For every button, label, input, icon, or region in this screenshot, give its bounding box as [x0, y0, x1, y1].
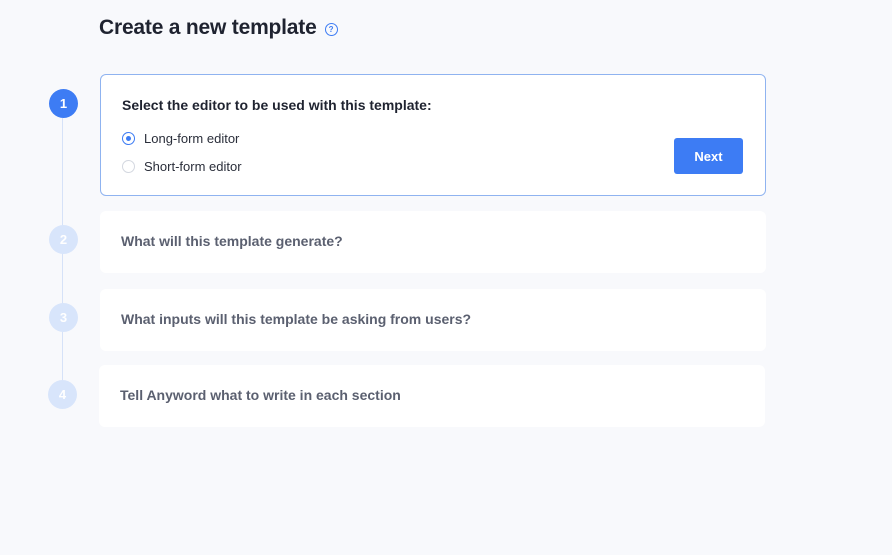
step-card-generate[interactable]: What will this template generate? — [100, 211, 766, 273]
step-heading: What inputs will this template be asking… — [121, 311, 472, 327]
step-card-inputs[interactable]: What inputs will this template be asking… — [100, 289, 766, 351]
step-number-1: 1 — [49, 89, 78, 118]
step-card-select-editor: Select the editor to be used with this t… — [100, 74, 766, 196]
help-icon[interactable]: ? — [324, 22, 338, 36]
step-number-3: 3 — [49, 303, 78, 332]
page-header: Create a new template ? — [99, 16, 338, 40]
option-label: Short-form editor — [144, 159, 242, 174]
long-form-editor-option[interactable]: Long-form editor — [122, 131, 239, 146]
step-card-sections[interactable]: Tell Anyword what to write in each secti… — [99, 365, 765, 427]
radio-checked-icon[interactable] — [122, 132, 135, 145]
step-heading: Select the editor to be used with this t… — [122, 97, 432, 113]
step-heading: Tell Anyword what to write in each secti… — [120, 387, 401, 403]
short-form-editor-option[interactable]: Short-form editor — [122, 159, 242, 174]
step-number-2: 2 — [49, 225, 78, 254]
option-label: Long-form editor — [144, 131, 240, 146]
timeline-connector — [62, 118, 63, 396]
step-heading: What will this template generate? — [121, 233, 343, 249]
page-title: Create a new template — [99, 16, 317, 39]
radio-unchecked-icon[interactable] — [122, 160, 135, 173]
step-number-4: 4 — [48, 380, 77, 409]
next-button[interactable]: Next — [674, 138, 743, 174]
